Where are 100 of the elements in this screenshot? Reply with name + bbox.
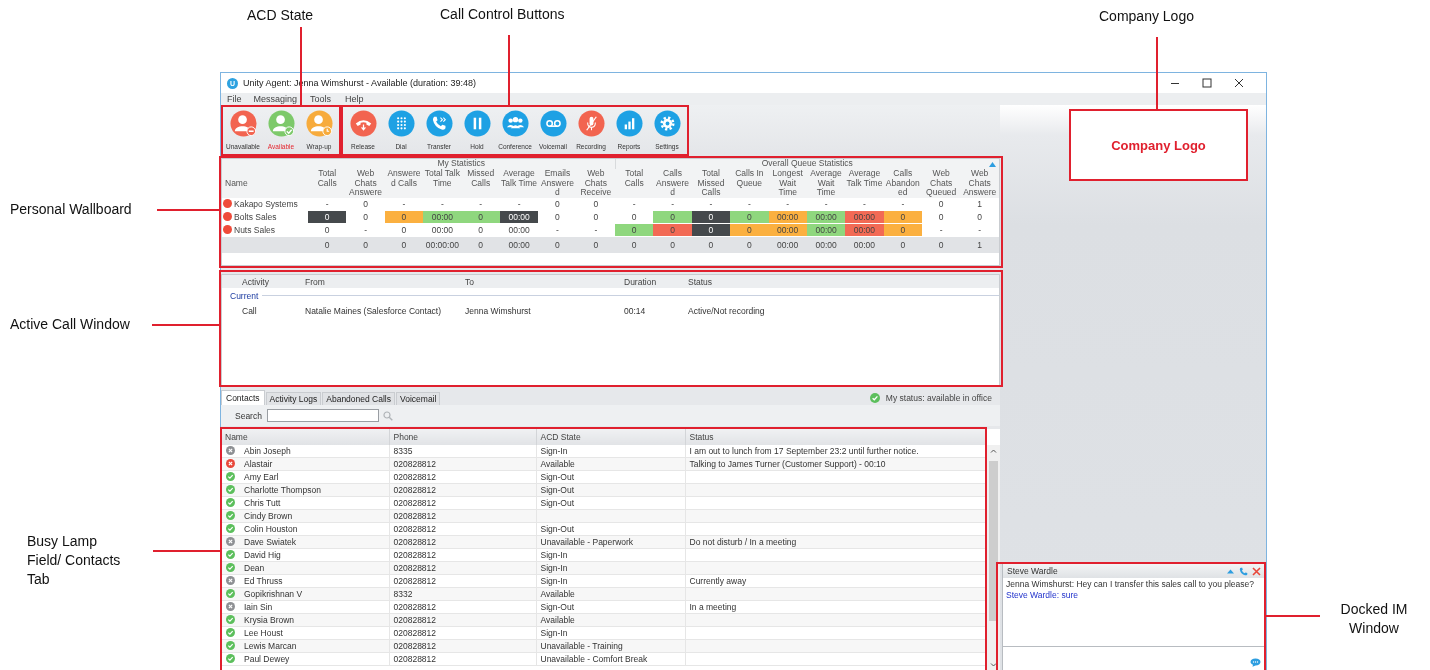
contact-name: Abin Joseph <box>244 446 291 456</box>
table-cell: - <box>346 223 385 236</box>
check-icon <box>869 392 880 403</box>
table-cell: - <box>730 197 769 210</box>
table-cell: 00:00 <box>499 223 539 236</box>
menu-item[interactable]: Tools <box>305 94 341 104</box>
keypad-icon <box>387 110 415 137</box>
column-header: To <box>465 276 475 287</box>
table-cell: Sign-In <box>536 626 685 640</box>
table-cell: 020828812 <box>389 470 536 484</box>
cross-icon <box>226 446 235 455</box>
person-clock-icon <box>305 110 333 137</box>
contact-name: Alastair <box>244 459 273 469</box>
bar-chart-icon <box>615 110 643 137</box>
table-cell: 0 <box>308 223 347 236</box>
column-header: Calls Abandon ed <box>883 169 922 198</box>
tab[interactable]: Contacts <box>221 390 265 405</box>
menu-item[interactable]: Messaging <box>248 94 306 104</box>
table-cell: - <box>384 197 424 210</box>
maximize-icon[interactable] <box>1202 78 1212 88</box>
table-cell-text: Jenna Wimshurst <box>465 306 532 316</box>
contact-name: Chris Tutt <box>244 498 281 508</box>
chat-message: Jenna Wimshurst: Hey can I transfer this sales call to you please? <box>1006 579 1256 590</box>
column-header: Activity <box>241 276 270 287</box>
column-header: Phone <box>389 429 536 445</box>
tab[interactable]: Abandoned Calls <box>322 392 395 405</box>
table-cell: 0 <box>576 197 615 210</box>
table-cell: Unavailable - Comfort Break <box>536 652 685 666</box>
leader-line <box>152 550 222 552</box>
callout-label: Personal Wallboard <box>10 200 132 219</box>
column-header: Total Calls <box>308 169 347 198</box>
column-header: Emails Answere d <box>538 169 577 198</box>
group-icon <box>501 110 529 137</box>
table-cell: Sign-Out <box>536 496 685 510</box>
voicemail-icon <box>539 110 567 137</box>
column-header: Web Chats Receive <box>576 169 615 198</box>
table-cell: 0 <box>346 197 385 210</box>
search-field[interactable] <box>266 409 379 422</box>
table-cell: - <box>423 197 462 210</box>
scroll-thumb[interactable] <box>989 461 998 621</box>
column-header: Missed Calls <box>461 169 500 198</box>
table-cell: - <box>806 197 846 210</box>
column-header: Calls Answere d <box>653 169 692 198</box>
table-cell: Sign-In <box>536 574 685 588</box>
table-cell: Sign-In <box>536 445 685 458</box>
settings-icon <box>653 110 681 137</box>
table-cell: - <box>653 197 692 210</box>
chat-bubble-icon[interactable] <box>1250 658 1261 667</box>
table-cell: - <box>768 197 807 210</box>
chat-title: Steve Wardle <box>1007 566 1059 576</box>
column-header: Web Chats Answere <box>346 169 385 198</box>
queue-name: Kakapo Systems <box>234 198 298 209</box>
table-cell: 020828812 <box>389 600 536 614</box>
phone-icon[interactable] <box>1239 566 1248 576</box>
person-check-icon <box>267 110 295 137</box>
table-cell: 0 <box>576 210 615 223</box>
table-cell: 020828812 <box>389 626 536 640</box>
group-header: Overall Queue Statistics <box>615 159 999 169</box>
group-header: My Statistics <box>308 159 615 169</box>
column-header: ACD State <box>536 429 685 445</box>
contact-name: Iain Sin <box>244 602 273 612</box>
table-cell: 0 <box>960 210 999 223</box>
column-header: Answere d Calls <box>384 169 424 198</box>
column-header: Web Chats Queued <box>922 169 961 198</box>
contact-name: Lee Houst <box>244 628 283 638</box>
menu-item[interactable]: Help <box>340 94 369 104</box>
close-icon[interactable] <box>1234 78 1244 88</box>
menu-item[interactable]: File <box>221 94 249 104</box>
table-cell: - <box>960 223 999 236</box>
table-cell: - <box>538 223 577 236</box>
tab[interactable]: Activity Logs <box>265 392 322 405</box>
collapse-icon[interactable] <box>989 162 996 167</box>
table-cell: 0 <box>922 210 961 223</box>
contact-name: Krysia Brown <box>244 615 295 625</box>
column-header: Total Talk Time <box>423 169 462 198</box>
leader-line <box>1264 615 1321 617</box>
queue-name: Bolts Sales <box>234 211 277 222</box>
status-text: My status: available in office <box>885 392 992 403</box>
table-cell: 0 <box>384 223 424 236</box>
table-cell: In a meeting <box>685 600 986 614</box>
contact-name: Dean <box>244 563 265 573</box>
queue-name: Nuts Sales <box>234 224 276 235</box>
table-cell: - <box>845 197 884 210</box>
table-cell: Sign-Out <box>536 600 685 614</box>
column-header: Average Talk Time <box>845 169 884 198</box>
table-cell: 8335 <box>389 445 536 458</box>
callout-label: Busy Lamp Field/ Contacts Tab <box>27 532 122 589</box>
tab[interactable]: Voicemail <box>396 392 441 405</box>
contact-name: Paul Dewey <box>244 654 290 664</box>
callout-label: Active Call Window <box>10 315 130 334</box>
table-cell: 020828812 <box>389 522 536 536</box>
group-label: Current <box>222 290 999 301</box>
contact-name: Cindy Brown <box>244 511 293 521</box>
search-icon[interactable] <box>382 410 393 421</box>
column-header: Calls In Queue <box>730 169 769 198</box>
table-cell: 0 <box>346 210 385 223</box>
leader-line <box>151 324 222 326</box>
table-cell: Sign-In <box>536 548 685 562</box>
table-cell: I am out to lunch from 17 September 23:2 until further notice. <box>685 445 986 458</box>
contact-name: Charlotte Thompson <box>244 485 321 495</box>
